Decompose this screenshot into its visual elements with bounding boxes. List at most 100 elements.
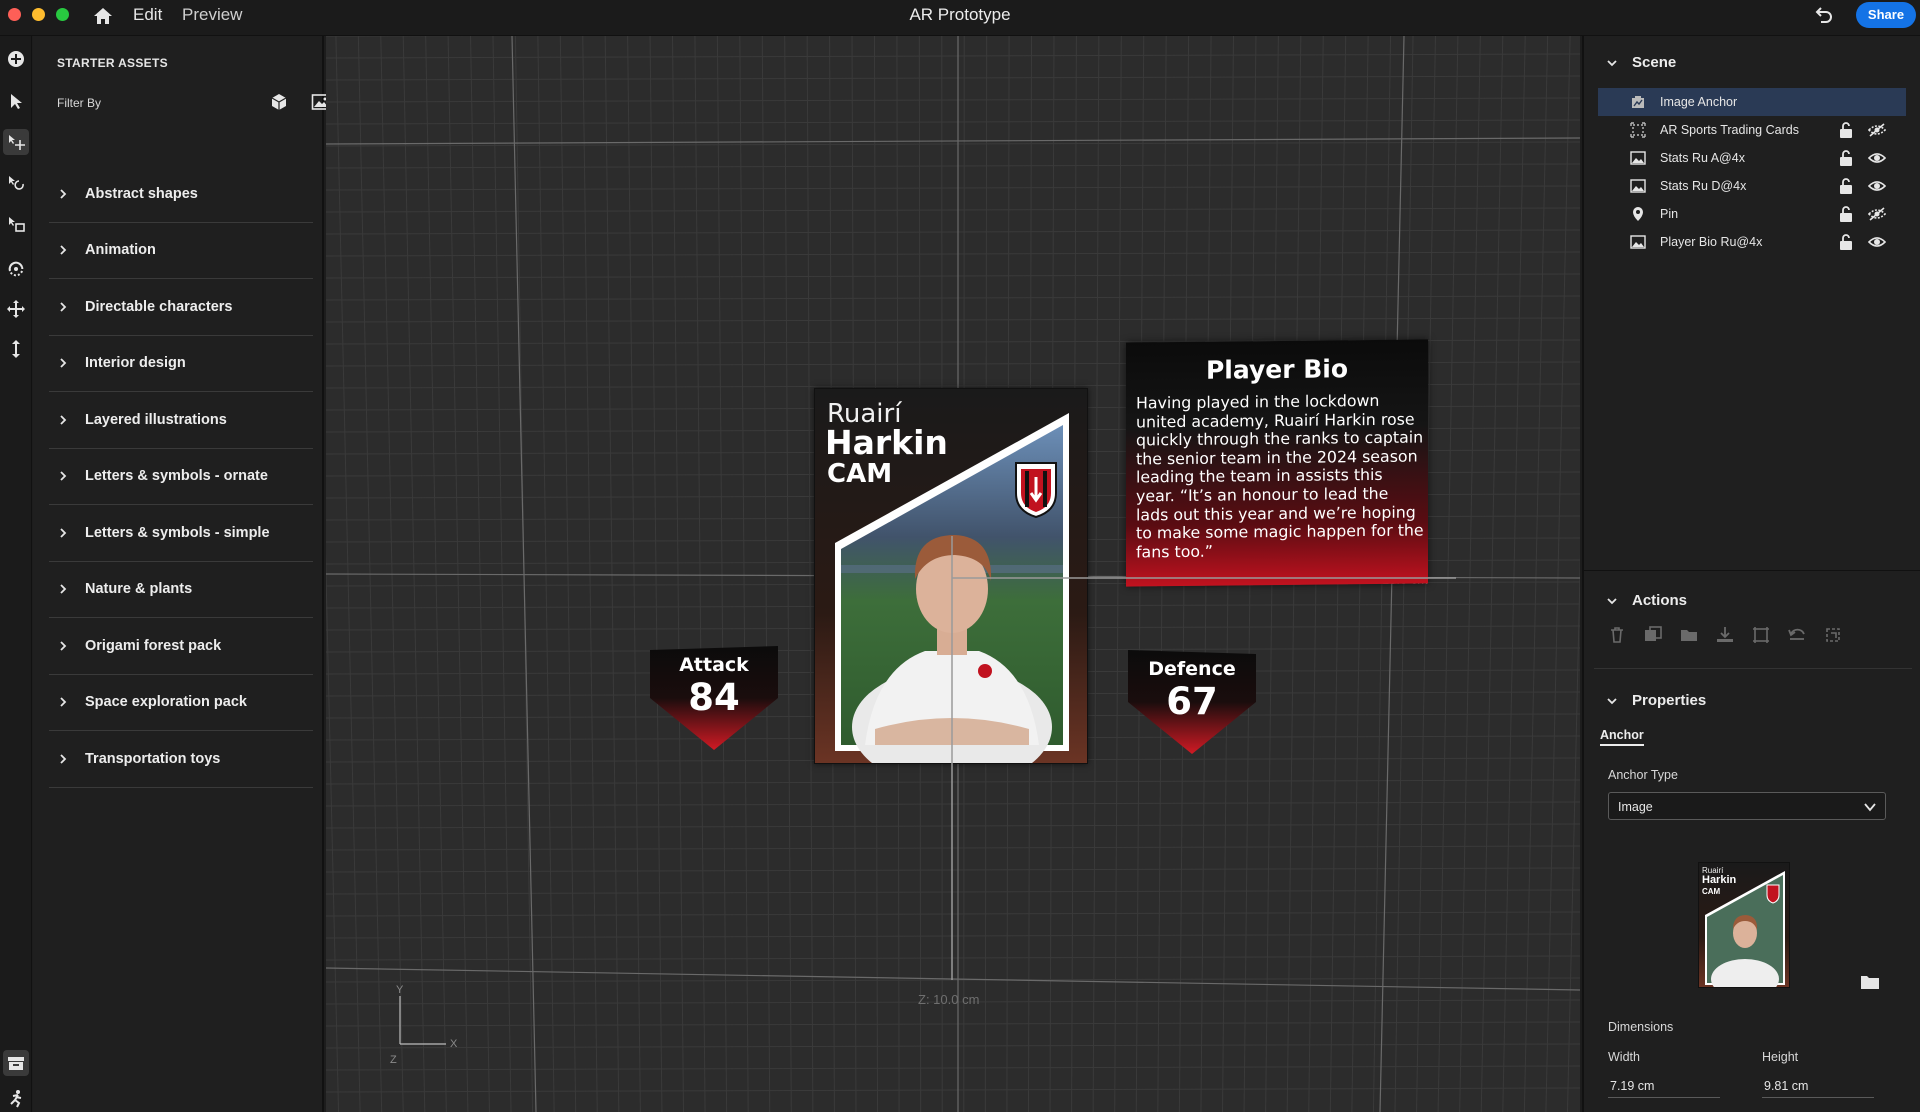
3d-viewport[interactable]: X: 10.0 cm Z: 10.0 cm Player Bio Having … <box>326 36 1580 1112</box>
defence-value: 67 <box>1166 680 1218 723</box>
asset-category-item[interactable]: Space exploration pack <box>49 675 313 731</box>
asset-category-item[interactable]: Transportation toys <box>49 731 313 788</box>
reset-transform-icon[interactable] <box>1786 624 1808 646</box>
scene-layer-name: Player Bio Ru@4x <box>1660 235 1763 249</box>
asset-category-item[interactable]: Layered illustrations <box>49 392 313 449</box>
visibility-eye-icon[interactable] <box>1868 178 1886 194</box>
image-icon <box>1630 235 1646 249</box>
unlock-icon[interactable] <box>1838 121 1854 139</box>
asset-category-item[interactable]: Origami forest pack <box>49 618 313 675</box>
asset-category-item[interactable]: Directable characters <box>49 279 313 336</box>
chevron-right-icon <box>60 245 67 255</box>
player-trading-card[interactable]: Ruairí Harkin CAM <box>814 388 1088 764</box>
minimize-window-button[interactable] <box>32 8 45 21</box>
scale-tool-icon[interactable] <box>3 211 29 237</box>
properties-section-header[interactable]: Properties <box>1606 692 1706 709</box>
asset-category-item[interactable]: Nature & plants <box>49 562 313 618</box>
dolly-icon[interactable] <box>3 336 29 362</box>
chevron-right-icon <box>60 584 67 594</box>
card-position: CAM <box>827 459 893 489</box>
group-folder-icon[interactable] <box>1678 624 1700 646</box>
scene-layer-name: Stats Ru D@4x <box>1660 179 1747 193</box>
share-button[interactable]: Share <box>1856 2 1916 28</box>
bounds-icon[interactable] <box>1750 624 1772 646</box>
properties-panel: Scene Image Anchor AR Sports Trading Card… <box>1582 36 1920 1112</box>
attack-stat-shield[interactable]: Attack 84 <box>648 646 780 752</box>
add-icon[interactable] <box>3 46 29 72</box>
defence-label: Defence <box>1148 658 1236 680</box>
asset-category-item[interactable]: Interior design <box>49 336 313 392</box>
unlock-icon[interactable] <box>1838 233 1854 251</box>
scene-section-header[interactable]: Scene <box>1606 54 1676 71</box>
asset-category-item[interactable]: Letters & symbols - simple <box>49 505 313 562</box>
asset-category-item[interactable]: Animation <box>49 223 313 279</box>
menu-preview[interactable]: Preview <box>182 5 242 25</box>
attack-value: 84 <box>688 676 740 719</box>
asset-category-label: Directable characters <box>85 298 233 315</box>
club-crest-icon <box>1015 462 1057 519</box>
group-icon <box>1630 122 1646 138</box>
scene-layer-row[interactable]: Image Anchor <box>1598 88 1906 116</box>
scene-layer-row[interactable]: AR Sports Trading Cards <box>1598 116 1906 144</box>
pan-icon[interactable] <box>3 296 29 322</box>
folder-icon[interactable] <box>1860 974 1880 990</box>
asset-category-item[interactable]: Letters & symbols - ornate <box>49 449 313 505</box>
scene-layer-row[interactable]: Stats Ru A@4x <box>1598 144 1906 172</box>
dimensions-label: Dimensions <box>1608 1020 1674 1034</box>
replace-icon[interactable] <box>1822 624 1844 646</box>
chevron-right-icon <box>60 415 67 425</box>
defence-stat-shield[interactable]: Defence 67 <box>1126 650 1258 756</box>
anchor-image-thumbnail[interactable]: Ruairí Harkin CAM <box>1698 862 1790 988</box>
scene-layer-row[interactable]: Stats Ru D@4x <box>1598 172 1906 200</box>
animation-figure-icon[interactable] <box>3 1086 29 1112</box>
asset-category-label: Space exploration pack <box>85 694 247 711</box>
chevron-down-icon <box>1607 59 1617 66</box>
rotate-tool-icon[interactable] <box>3 170 29 196</box>
tool-bar <box>0 36 32 1112</box>
chevron-down-icon <box>1864 803 1876 812</box>
visibility-hidden-icon[interactable] <box>1868 122 1886 138</box>
unlock-icon[interactable] <box>1838 149 1854 167</box>
move-tool-icon[interactable] <box>3 129 29 155</box>
scene-title: Scene <box>1632 54 1677 71</box>
player-bio-panel[interactable]: Player Bio Having played in the lockdown… <box>1126 339 1428 587</box>
orbit-icon[interactable] <box>3 256 29 282</box>
visibility-eye-icon[interactable] <box>1868 234 1886 250</box>
thumb-last-name: Harkin <box>1702 874 1737 886</box>
chevron-down-icon <box>1607 597 1617 604</box>
close-window-button[interactable] <box>8 8 21 21</box>
filter-3d-cube-icon[interactable] <box>269 92 289 112</box>
unlock-icon[interactable] <box>1838 177 1854 195</box>
thumb-position: CAM <box>1702 887 1721 896</box>
asset-category-label: Nature & plants <box>85 581 193 598</box>
tab-anchor[interactable]: Anchor <box>1600 728 1644 746</box>
anchor-type-select[interactable]: Image <box>1608 792 1886 820</box>
scene-layer-name: Stats Ru A@4x <box>1660 151 1745 165</box>
height-field[interactable]: 9.81 cm <box>1762 1074 1874 1098</box>
chevron-right-icon <box>60 302 67 312</box>
chevron-right-icon <box>60 754 67 764</box>
visibility-hidden-icon[interactable] <box>1868 206 1886 222</box>
home-icon[interactable] <box>92 6 114 26</box>
asset-category-item[interactable]: Abstract shapes <box>49 166 313 223</box>
drop-to-ground-icon[interactable] <box>1714 624 1736 646</box>
duplicate-icon[interactable] <box>1642 624 1664 646</box>
visibility-eye-icon[interactable] <box>1868 150 1886 166</box>
select-arrow-icon[interactable] <box>3 88 29 114</box>
delete-icon[interactable] <box>1606 624 1628 646</box>
unlock-icon[interactable] <box>1838 205 1854 223</box>
width-field[interactable]: 7.19 cm <box>1608 1074 1720 1098</box>
app-title: AR Prototype <box>909 5 1011 24</box>
chevron-right-icon <box>60 358 67 368</box>
scene-layer-row[interactable]: Player Bio Ru@4x <box>1598 228 1906 256</box>
scene-layer-row[interactable]: Pin <box>1598 200 1906 228</box>
actions-toolbar <box>1606 624 1896 646</box>
menu-edit[interactable]: Edit <box>133 5 162 25</box>
assets-panel-title: STARTER ASSETS <box>57 56 168 70</box>
undo-icon[interactable] <box>1812 4 1834 26</box>
asset-library-icon[interactable] <box>3 1050 29 1076</box>
asset-category-label: Letters & symbols - simple <box>85 524 270 541</box>
zoom-window-button[interactable] <box>56 8 69 21</box>
anchor-image-icon <box>1632 96 1644 108</box>
actions-section-header[interactable]: Actions <box>1606 592 1687 609</box>
